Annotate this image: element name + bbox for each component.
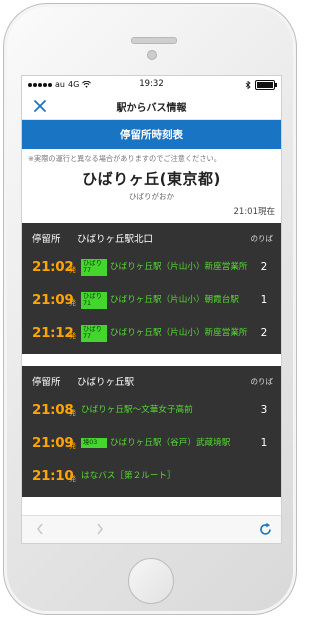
departure-time: 21:09 (32, 292, 74, 308)
departure-row[interactable]: 21:02 発 ひばり77 ひばりヶ丘駅（片山小）新座営業所 2 (22, 251, 281, 284)
board-header: 停留所 ひばりヶ丘駅北口 のりば (22, 229, 281, 251)
platform-number: 1 (260, 294, 268, 306)
destination: ひばりヶ丘駅（片山小）朝霞台駅 (110, 294, 239, 305)
destination: はなバス［第２ルート］ (81, 470, 176, 481)
browser-toolbar (22, 515, 281, 543)
platform-number: 2 (260, 261, 268, 273)
route-badge: ひばり77 (81, 324, 107, 342)
departure-suffix: 発 (69, 474, 76, 483)
stop-label: 停留所 (32, 377, 61, 388)
home-button[interactable] (128, 558, 174, 604)
nav-title: 駅からバス情報 (116, 102, 187, 114)
departure-suffix: 発 (69, 298, 76, 307)
as-of-time: 21:01現在 (233, 207, 276, 217)
stop-name: ひばりヶ丘駅 (77, 377, 135, 388)
departure-row[interactable]: 21:09 発 ひばり71 ひばりヶ丘駅（片山小）朝霞台駅 1 (22, 284, 281, 317)
platform-number: 3 (260, 404, 268, 416)
departure-suffix: 発 (69, 265, 76, 274)
departure-time: 21:09 (32, 435, 74, 451)
nav-bar: 駅からバス情報 (22, 93, 281, 120)
departure-time: 21:12 (32, 325, 74, 341)
departure-time: 21:10 (32, 468, 74, 484)
notice-text: ※実際の運行と異なる場合がありますのでご注意ください。 (28, 154, 221, 163)
departure-row[interactable]: 21:10 発 はなバス［第２ルート］ (22, 460, 281, 493)
departure-suffix: 発 (69, 408, 76, 417)
route-badge: 境03 (81, 438, 107, 448)
route-badge: ひばり71 (81, 291, 107, 309)
status-time: 19:32 (139, 79, 164, 89)
speaker-grille (131, 37, 177, 44)
departure-row[interactable]: 21:09 発 境03 ひばりヶ丘駅（谷戸）武蔵境駅 1 (22, 427, 281, 460)
destination: ひばりヶ丘駅（片山小）新座営業所 (110, 261, 248, 272)
station-name: ひばりヶ丘(東京都) (82, 170, 221, 188)
departure-board: 停留所 ひばりヶ丘駅北口 のりば 21:02 発 ひばり77 ひばりヶ丘駅（片山… (22, 223, 281, 354)
station-kana: ひばりがおか (129, 192, 174, 201)
destination: ひばりヶ丘駅〜文華女子高前 (81, 404, 193, 415)
departure-row[interactable]: 21:12 発 ひばり77 ひばりヶ丘駅（片山小）新座営業所 2 (22, 317, 281, 350)
stop-label: 停留所 (32, 234, 61, 245)
battery-icon (255, 79, 277, 90)
platform-number: 1 (260, 437, 268, 449)
destination: ひばりヶ丘駅（片山小）新座営業所 (110, 327, 248, 338)
platform-header: のりば (250, 233, 274, 243)
platform-number: 2 (260, 327, 268, 339)
stop-name: ひばりヶ丘駅北口 (77, 234, 154, 245)
departure-row[interactable]: 21:08 発 ひばりヶ丘駅〜文華女子高前 3 (22, 394, 281, 427)
front-camera (147, 50, 157, 60)
route-badge: ひばり77 (81, 258, 107, 276)
close-icon[interactable] (32, 98, 48, 114)
departure-suffix: 発 (69, 331, 76, 340)
status-bar: au 4G 19:32 (22, 76, 281, 93)
departure-time: 21:02 (32, 259, 74, 275)
departure-board: 停留所 ひばりヶ丘駅 のりば 21:08 発 ひばりヶ丘駅〜文華女子高前 3 2… (22, 366, 281, 497)
banner-title: 停留所時刻表 (120, 129, 183, 141)
timetable-banner: 停留所時刻表 (22, 120, 281, 149)
departure-suffix: 発 (69, 441, 76, 450)
screen: au 4G 19:32 駅からバス情報 停留所時刻表 ※実際の運行と異なる場合が… (21, 75, 282, 544)
departure-time: 21:08 (32, 402, 74, 418)
platform-header: のりば (250, 376, 274, 386)
refresh-icon[interactable] (258, 522, 273, 537)
chevron-left-icon[interactable] (36, 523, 44, 535)
board-header: 停留所 ひばりヶ丘駅 のりば (22, 372, 281, 394)
destination: ひばりヶ丘駅（谷戸）武蔵境駅 (110, 437, 231, 448)
chevron-right-icon[interactable] (96, 523, 104, 535)
